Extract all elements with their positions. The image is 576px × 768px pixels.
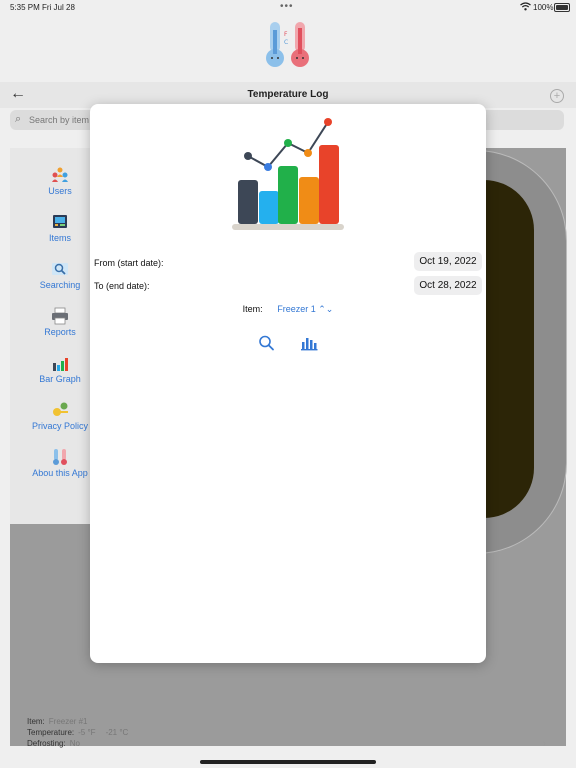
item-picker-label: Item: [242, 304, 263, 314]
printer-icon [52, 307, 68, 325]
wifi-icon [520, 2, 531, 11]
defrosting-value: No [69, 739, 80, 748]
battery-percent: 100% [533, 3, 554, 12]
multitasking-dots-icon[interactable]: ••• [280, 1, 294, 12]
chevron-right-icon: › [543, 738, 546, 748]
search-placeholder: Search by item [29, 115, 90, 125]
item-label: Item: [27, 717, 45, 726]
date-range-modal: From (start date): Oct 19, 2022 To (end … [90, 104, 486, 663]
items-icon [53, 215, 67, 228]
item-picker-row: Item: Freezer 1 ⌃⌄ [90, 304, 486, 315]
sidebar: Users Items Searching Reports Bar Graph [10, 148, 98, 524]
status-time: 5:35 PM [10, 3, 40, 12]
search-icon: ⌕ [15, 113, 22, 125]
background-image [484, 180, 534, 518]
privacy-icon [53, 402, 68, 416]
item-value: Freezer #1 [48, 717, 88, 726]
start-date-picker[interactable]: Oct 19, 2022 [414, 252, 482, 271]
home-indicator [200, 760, 376, 764]
status-date: Fri Jul 28 [42, 3, 75, 12]
end-date-picker[interactable]: Oct 28, 2022 [414, 276, 482, 295]
defrosting-label: Defrosting: [27, 739, 66, 748]
search-icon[interactable] [256, 334, 278, 352]
searching-icon [52, 263, 68, 275]
start-date-label: From (start date): [94, 258, 164, 268]
svg-text:C: C [284, 39, 288, 46]
bar-chart-illustration-icon [232, 118, 344, 230]
battery-icon [554, 3, 570, 12]
item-picker[interactable]: Freezer 1 ⌃⌄ [277, 304, 333, 314]
temperature-c: -21 °C [105, 728, 129, 737]
item-picker-value: Freezer 1 [277, 304, 316, 314]
record-summary: Item: Freezer #1 Temperature: -5 °F -21 °C … [27, 716, 128, 749]
status-bar: 5:35 PM Fri Jul 28 ••• 100% [0, 0, 576, 16]
thermometer-icon [53, 449, 67, 465]
end-date-label: To (end date): [94, 281, 150, 291]
add-icon[interactable]: + [550, 89, 564, 103]
thermometer-logo-icon: F C [266, 22, 309, 67]
temperature-f: -5 °F [78, 728, 96, 737]
temperature-label: Temperature: [27, 728, 75, 737]
users-icon [52, 167, 68, 182]
svg-text:F: F [284, 31, 288, 38]
page-title: Temperature Log [247, 89, 329, 100]
bar-graph-icon [53, 358, 68, 371]
chevron-up-down-icon: ⌃⌄ [318, 304, 334, 314]
bar-chart-icon[interactable] [298, 334, 320, 352]
modal-actions [90, 334, 486, 352]
